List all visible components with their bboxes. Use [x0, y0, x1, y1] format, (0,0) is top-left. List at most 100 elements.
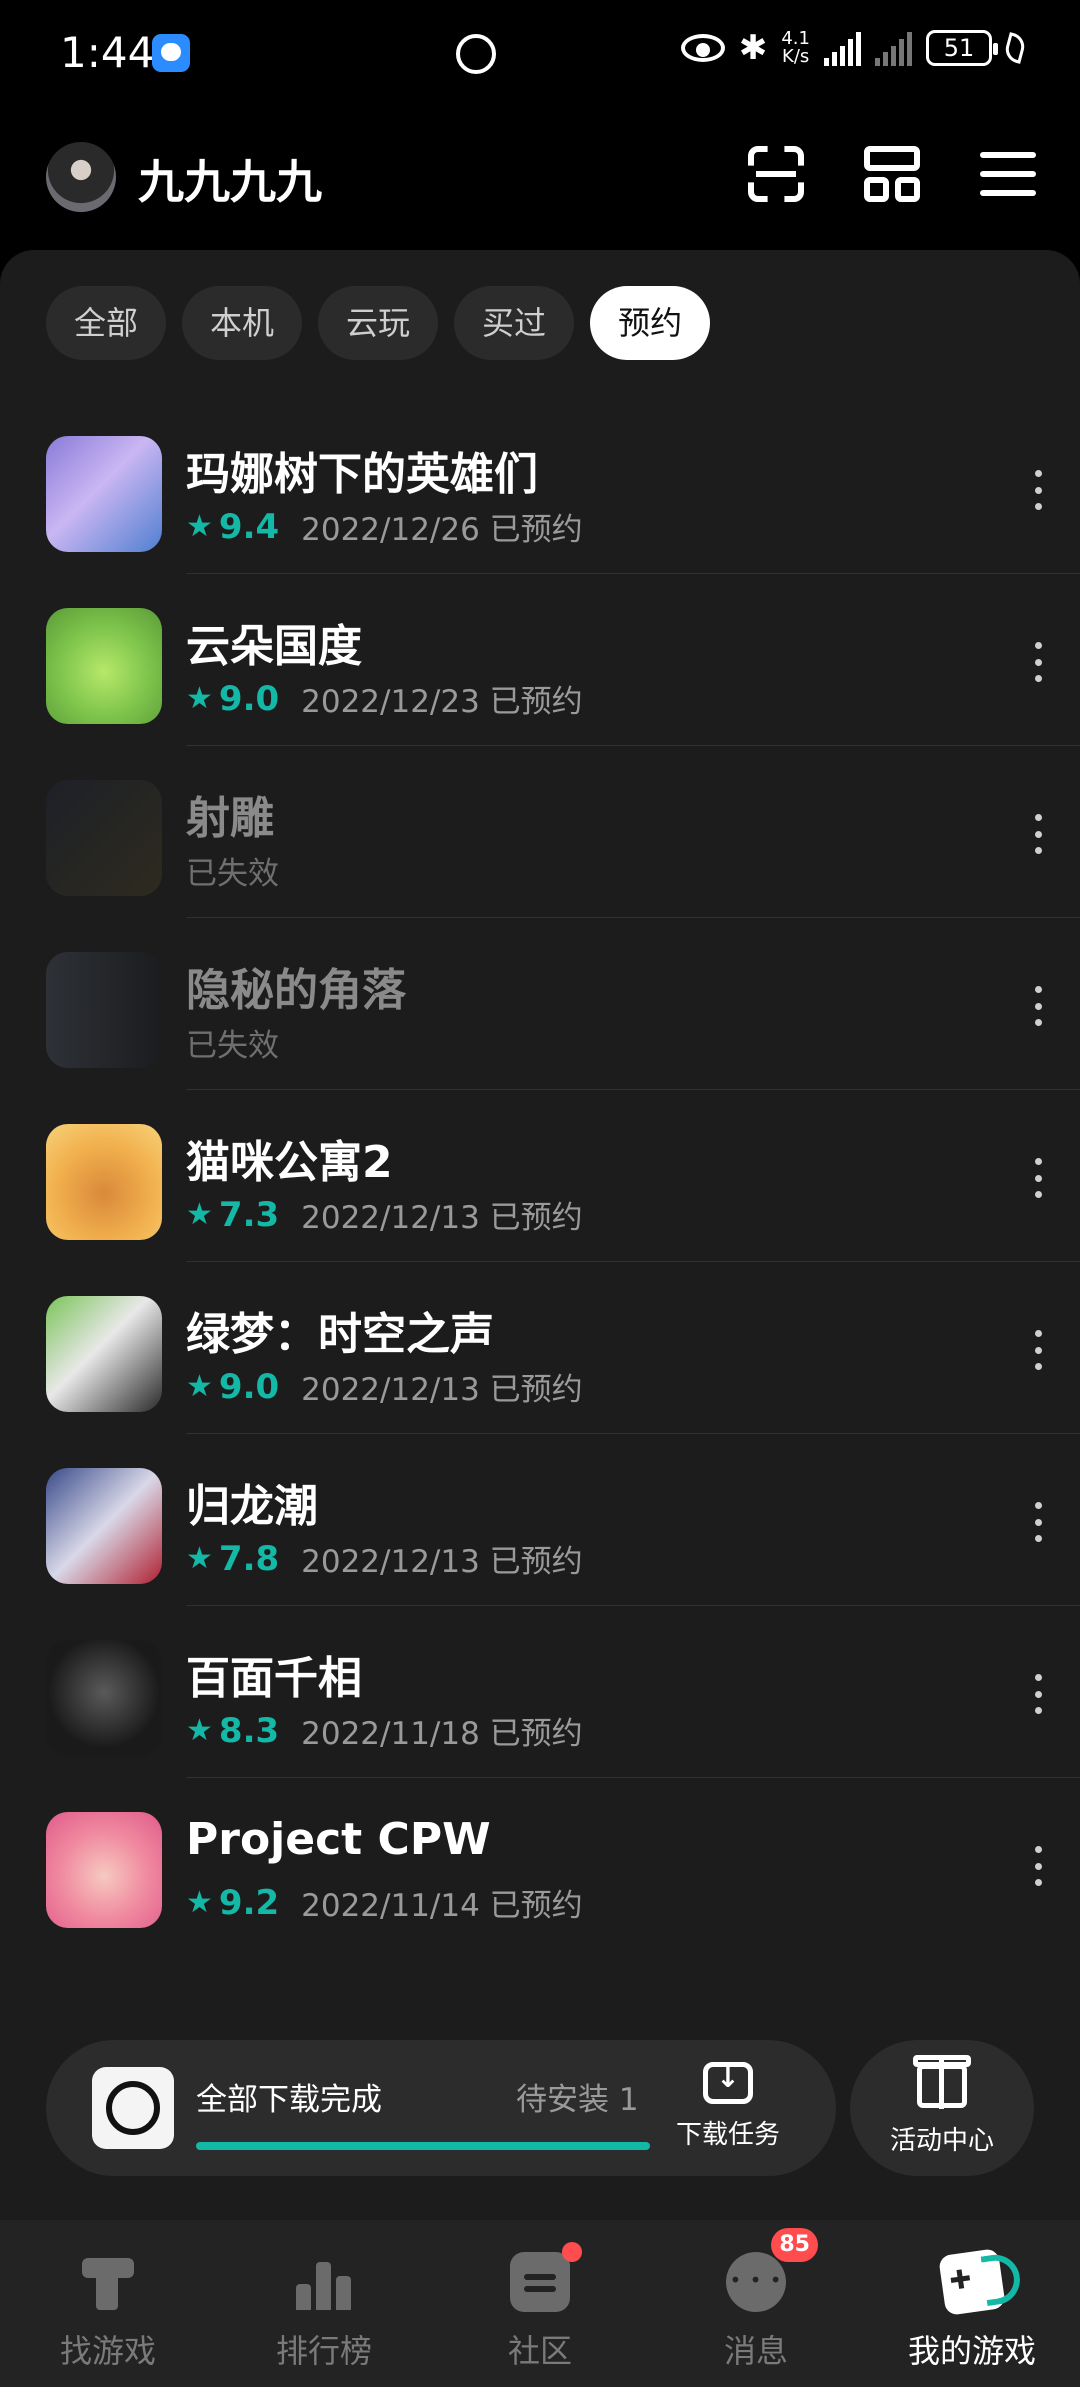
list-item[interactable]: Project CPW ★ 9.2 2022/11/14 已预约	[0, 1778, 1080, 1950]
game-name: 玛娜树下的英雄们	[186, 449, 538, 500]
game-name: 隐秘的角落	[186, 965, 406, 1016]
battery-icon: 51	[926, 30, 998, 66]
tab-local[interactable]: 本机	[182, 286, 303, 360]
star-icon: ★	[186, 1885, 213, 1920]
list-item[interactable]: 隐秘的角落 已失效	[0, 918, 1080, 1090]
pending-install: 待安装 1	[516, 2082, 639, 2118]
list-item[interactable]: 云朵国度 ★ 9.0 2022/12/23 已预约	[0, 574, 1080, 746]
signal-icon	[824, 30, 861, 66]
reserve-status: 2022/11/14 已预约	[301, 1888, 583, 1924]
download-progress	[196, 2142, 650, 2150]
more-options-icon[interactable]	[1032, 986, 1044, 1026]
nav-messages[interactable]: 85 消息	[648, 2220, 864, 2387]
ranking-icon	[294, 2252, 354, 2312]
game-name: Project CPW	[186, 1814, 491, 1865]
list-item[interactable]: 百面千相 ★ 8.3 2022/11/18 已预约	[0, 1606, 1080, 1778]
activity-center-button[interactable]: 活动中心	[850, 2040, 1034, 2176]
score-value: 9.2	[218, 1882, 280, 1923]
nav-label: 我的游戏	[907, 2332, 1036, 2370]
game-icon	[46, 1124, 162, 1240]
more-options-icon[interactable]	[1032, 470, 1044, 510]
eye-comfort-icon	[680, 34, 725, 62]
nav-find-games[interactable]: 找游戏	[0, 2220, 216, 2387]
score-value: 8.3	[218, 1710, 280, 1751]
more-options-icon[interactable]	[1032, 1158, 1044, 1198]
avatar[interactable]	[46, 142, 116, 212]
list-item[interactable]: 归龙潮 ★ 7.8 2022/12/13 已预约	[0, 1434, 1080, 1606]
game-score: ★ 9.2	[186, 1883, 279, 1923]
star-icon: ★	[186, 1713, 213, 1748]
community-icon	[510, 2242, 582, 2312]
list-item[interactable]: 绿梦：时空之声 ★ 9.0 2022/12/13 已预约	[0, 1262, 1080, 1434]
list-item[interactable]: 射雕 已失效	[0, 746, 1080, 918]
game-icon	[46, 1640, 162, 1756]
reserve-status: 2022/12/23 已预约	[301, 684, 583, 720]
score-value: 7.8	[218, 1538, 280, 1579]
nav-label: 找游戏	[59, 2332, 156, 2370]
star-icon: ★	[186, 681, 213, 716]
game-name: 百面千相	[186, 1653, 362, 1704]
more-options-icon[interactable]	[1032, 814, 1044, 854]
game-icon	[46, 1296, 162, 1412]
layout-grid-icon[interactable]	[864, 146, 920, 202]
signal-2-icon	[875, 30, 912, 66]
tab-all[interactable]: 全部	[46, 286, 167, 360]
content-panel: 全部 本机 云玩 买过 预约 玛娜树下的英雄们 ★ 9.4 2022/12/26 已…	[0, 250, 1080, 2220]
game-icon	[46, 436, 162, 552]
download-status-bar[interactable]: 全部下载完成 待安装 1 下载任务	[46, 2040, 836, 2176]
download-task-label: 下载任务	[675, 2120, 780, 2150]
game-list: 玛娜树下的英雄们 ★ 9.4 2022/12/26 已预约 云朵国度 ★ 9.0 202…	[0, 402, 1080, 1950]
game-score: ★ 7.8	[186, 1539, 279, 1579]
star-icon: ★	[186, 1197, 213, 1232]
download-task-button[interactable]: 下载任务	[668, 2061, 788, 2151]
score-value: 7.3	[218, 1194, 280, 1235]
nav-label: 消息	[723, 2332, 788, 2370]
list-item[interactable]: 玛娜树下的英雄们 ★ 9.4 2022/12/26 已预约	[0, 402, 1080, 574]
tab-purchased[interactable]: 买过	[454, 286, 575, 360]
game-name: 云朵国度	[186, 621, 362, 672]
more-options-icon[interactable]	[1032, 1674, 1044, 1714]
power-saving-leaf-icon	[1002, 32, 1028, 64]
activity-center-label: 活动中心	[889, 2126, 994, 2156]
nav-my-games[interactable]: 我的游戏	[864, 2220, 1080, 2387]
nav-ranking[interactable]: 排行榜	[216, 2220, 432, 2387]
tab-reserved[interactable]: 预约	[590, 286, 711, 360]
download-title: 全部下载完成	[196, 2082, 382, 2118]
nav-label: 排行榜	[275, 2332, 372, 2370]
tab-cloud[interactable]: 云玩	[318, 286, 439, 360]
downloaded-game-icon	[92, 2067, 174, 2149]
list-item[interactable]: 猫咪公寓2 ★ 7.3 2022/12/13 已预约	[0, 1090, 1080, 1262]
scan-icon[interactable]	[748, 146, 804, 202]
star-icon: ★	[186, 509, 213, 544]
bottom-nav: 找游戏 排行榜 社区 85 消息 我的游戏	[0, 2220, 1080, 2387]
game-score: ★ 9.0	[186, 679, 279, 719]
status-time: 1:44	[60, 28, 155, 77]
header-actions	[748, 146, 1036, 202]
game-icon	[46, 780, 162, 896]
score-value: 9.4	[218, 506, 280, 547]
unread-dot	[562, 2242, 582, 2262]
star-icon: ★	[186, 1541, 213, 1576]
message-badge: 85	[771, 2228, 818, 2262]
score-value: 9.0	[218, 1366, 280, 1407]
status-bar: 1:44 ✱ 4.1 K/s 51	[0, 0, 1080, 110]
reserve-status: 2022/12/13 已预约	[301, 1200, 583, 1236]
gift-icon	[913, 2055, 971, 2109]
nav-community[interactable]: 社区	[432, 2220, 648, 2387]
score-value: 9.0	[218, 678, 280, 719]
more-options-icon[interactable]	[1032, 1846, 1044, 1886]
username[interactable]: 九九九九	[138, 146, 322, 212]
game-name: 射雕	[186, 793, 274, 844]
more-options-icon[interactable]	[1032, 1502, 1044, 1542]
game-name: 绿梦：时空之声	[186, 1309, 494, 1360]
gamepad-icon	[938, 2248, 1006, 2316]
more-options-icon[interactable]	[1032, 1330, 1044, 1370]
reserve-status: 2022/12/13 已预约	[301, 1372, 583, 1408]
menu-icon[interactable]	[980, 146, 1036, 202]
game-score: ★ 7.3	[186, 1195, 279, 1235]
find-games-icon	[78, 2252, 138, 2312]
more-options-icon[interactable]	[1032, 642, 1044, 682]
bluetooth-icon: ✱	[738, 28, 768, 68]
game-icon	[46, 1468, 162, 1584]
filter-tabs: 全部 本机 云玩 买过 预约	[46, 286, 711, 360]
